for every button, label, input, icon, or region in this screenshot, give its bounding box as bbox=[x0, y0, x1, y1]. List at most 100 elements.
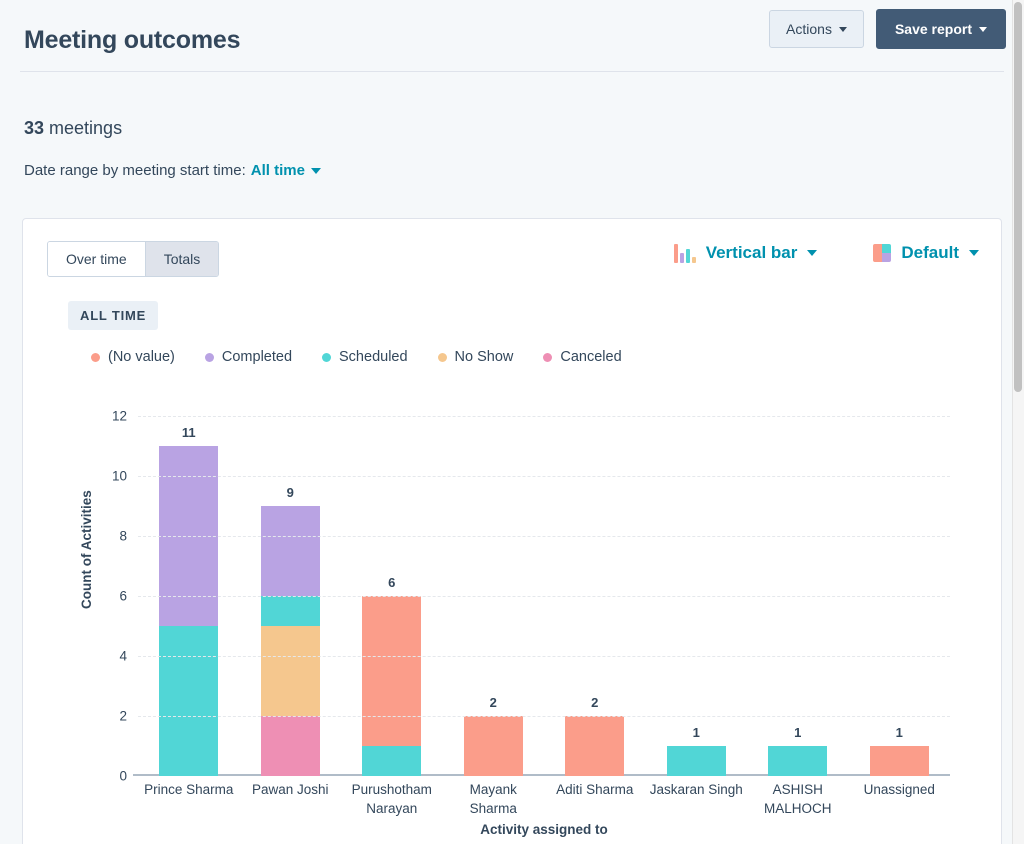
bar-total-label: 1 bbox=[794, 725, 802, 740]
report-page: Meeting outcomes Actions Save report 33 … bbox=[0, 0, 1024, 844]
bar-segment[interactable] bbox=[768, 746, 828, 776]
bar-stack bbox=[768, 746, 828, 776]
color-theme-label: Default bbox=[901, 243, 959, 262]
save-report-button[interactable]: Save report bbox=[875, 9, 1006, 49]
bar-segment[interactable] bbox=[260, 716, 320, 776]
bar-stack bbox=[869, 746, 929, 776]
actions-button-label: Actions bbox=[786, 21, 832, 37]
legend-color-dot bbox=[91, 352, 100, 362]
tab-totals[interactable]: Totals bbox=[144, 242, 219, 276]
legend-color-dot bbox=[322, 352, 332, 362]
gridline bbox=[138, 596, 950, 597]
chevron-down-icon bbox=[969, 250, 979, 256]
x-axis-category-label: Purushotham Narayan bbox=[351, 782, 432, 816]
x-axis-category-label: Mayank Sharma bbox=[469, 782, 517, 816]
bar-segment[interactable] bbox=[159, 626, 219, 776]
x-axis-category-label: Jaskaran Singh bbox=[649, 782, 743, 797]
plot-area: 11 9 6 2 2 1 1 1 bbox=[133, 416, 950, 776]
time-period-chip: ALL TIME bbox=[68, 301, 159, 330]
bar-segment[interactable] bbox=[565, 716, 625, 776]
header-action-bar: Actions Save report bbox=[769, 9, 1006, 49]
bar-stack bbox=[260, 506, 320, 776]
bar-segment[interactable] bbox=[362, 596, 422, 746]
y-axis-tick-label: 2 bbox=[119, 708, 127, 724]
bar-total-label: 6 bbox=[388, 575, 396, 590]
report-summary: 33 meetings Date range by meeting start … bbox=[0, 72, 1024, 179]
page-scrollbar[interactable] bbox=[1012, 0, 1024, 844]
legend-item[interactable]: Scheduled bbox=[322, 349, 408, 365]
y-axis-ticks: 0 2 4 6 8 10 12 bbox=[101, 409, 127, 784]
bar-segment[interactable] bbox=[260, 596, 320, 626]
legend-label: No Show bbox=[454, 349, 514, 365]
y-axis-title: Count of Activities bbox=[79, 490, 94, 609]
legend-item[interactable]: Completed bbox=[204, 349, 293, 365]
legend-item[interactable]: Canceled bbox=[543, 349, 622, 365]
x-axis-category-label: Aditi Sharma bbox=[556, 782, 634, 797]
bar-total-label: 9 bbox=[286, 485, 294, 500]
x-axis-labels: Prince Sharma Pawan Joshi Purushotham Nara… bbox=[138, 780, 950, 818]
x-axis-category-label: Unassigned bbox=[863, 782, 935, 797]
legend-label: Completed bbox=[221, 349, 293, 365]
meetings-count-value: 33 bbox=[24, 118, 45, 138]
bar-total-label: 1 bbox=[692, 725, 700, 740]
legend-color-dot bbox=[543, 352, 553, 362]
chart-toolbar: Over time Totals Vertical bar Default bbox=[23, 219, 1001, 281]
date-range-value: All time bbox=[250, 162, 305, 179]
color-theme-dropdown[interactable]: Default bbox=[873, 243, 979, 263]
scrollbar-thumb[interactable] bbox=[1014, 2, 1022, 392]
chart-display-controls: Vertical bar Default bbox=[673, 243, 979, 263]
view-mode-toggle: Over time Totals bbox=[47, 241, 220, 277]
y-axis-tick-label: 4 bbox=[119, 648, 127, 664]
bar-total-label: 2 bbox=[591, 695, 599, 710]
color-palette-icon bbox=[873, 244, 892, 262]
bar-total-label: 1 bbox=[895, 725, 903, 740]
legend-label: Scheduled bbox=[339, 349, 408, 365]
gridline bbox=[138, 476, 950, 477]
chart-type-dropdown[interactable]: Vertical bar bbox=[673, 243, 818, 263]
gridline bbox=[138, 536, 950, 537]
chevron-down-icon bbox=[838, 26, 847, 32]
y-axis-tick-label: 6 bbox=[119, 588, 127, 604]
x-axis-category-label: Pawan Joshi bbox=[251, 782, 329, 797]
y-axis-tick-label: 0 bbox=[119, 768, 127, 784]
y-axis-tick-label: 12 bbox=[111, 408, 127, 424]
bar-segment[interactable] bbox=[666, 746, 726, 776]
bar-total-label: 11 bbox=[181, 425, 196, 440]
bar-segment[interactable] bbox=[260, 626, 320, 716]
page-header: Meeting outcomes Actions Save report bbox=[0, 0, 1024, 72]
bar-stack bbox=[362, 596, 422, 776]
vertical-bar-chart-icon bbox=[673, 243, 696, 263]
gridline bbox=[138, 716, 950, 717]
bar-segment[interactable] bbox=[362, 746, 422, 776]
gridline bbox=[138, 416, 950, 417]
legend-color-dot bbox=[437, 352, 447, 362]
bar-stack bbox=[463, 716, 523, 776]
bar-segment[interactable] bbox=[463, 716, 523, 776]
chevron-down-icon bbox=[807, 250, 818, 256]
bar-segment[interactable] bbox=[869, 746, 929, 776]
bar-stack bbox=[666, 746, 726, 776]
tab-over-time[interactable]: Over time bbox=[48, 242, 145, 276]
bar-segment[interactable] bbox=[260, 506, 320, 596]
legend-color-dot bbox=[204, 352, 214, 362]
y-axis-tick-label: 10 bbox=[111, 468, 127, 484]
date-range-dropdown[interactable]: All time bbox=[251, 162, 321, 179]
chart-legend: (No value) Completed Scheduled No Show Cance… bbox=[91, 349, 622, 365]
legend-label: Canceled bbox=[560, 349, 622, 365]
chart-plot: Count of Activities 0 2 4 6 8 10 12 11 9 6 2 2 1 1 1 … bbox=[23, 394, 1003, 844]
x-axis-title: Activity assigned to bbox=[480, 822, 608, 837]
chart-card: Over time Totals Vertical bar Default AL… bbox=[22, 218, 1002, 844]
chevron-down-icon bbox=[310, 167, 321, 174]
date-range-filter: Date range by meeting start time: All ti… bbox=[24, 162, 1000, 179]
legend-item[interactable]: No Show bbox=[437, 349, 514, 365]
legend-item[interactable]: (No value) bbox=[91, 349, 175, 365]
bar-stack bbox=[565, 716, 625, 776]
actions-button[interactable]: Actions bbox=[769, 10, 864, 48]
date-range-label: Date range by meeting start time: bbox=[24, 162, 246, 179]
chevron-down-icon bbox=[979, 26, 987, 32]
bar-total-label: 2 bbox=[489, 695, 497, 710]
gridline bbox=[138, 656, 950, 657]
legend-label: (No value) bbox=[108, 349, 175, 365]
meetings-count: 33 meetings bbox=[24, 116, 1000, 140]
save-report-button-label: Save report bbox=[894, 21, 972, 37]
